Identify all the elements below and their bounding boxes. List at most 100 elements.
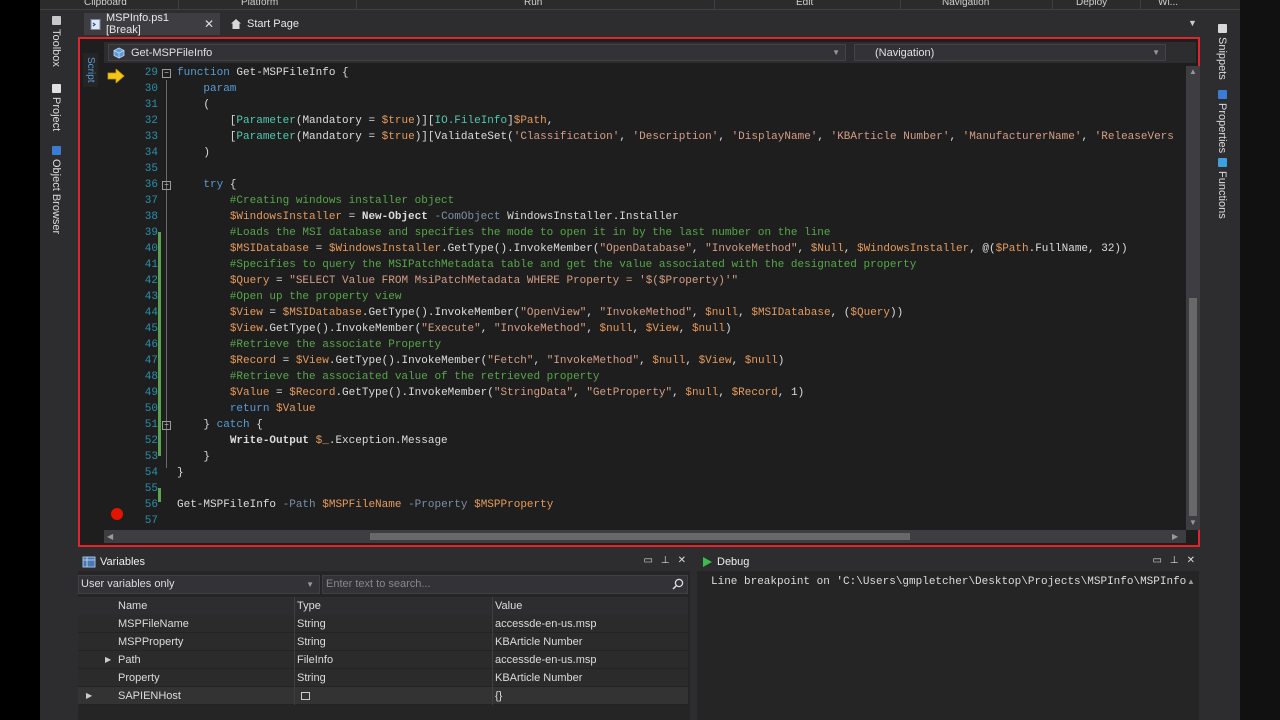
tab-start-page[interactable]: Start Page (224, 13, 314, 35)
panel-title: Debug (717, 556, 750, 568)
debug-output[interactable]: Line breakpoint on 'C:\Users\gmpletcher\… (711, 576, 1191, 588)
project-icon (51, 84, 61, 93)
dock-tab-functions[interactable]: Functions (1216, 158, 1228, 219)
code-line[interactable]: 37 #Creating windows installer object (104, 193, 1184, 209)
editor-navigation-bar: Get-MSPFileInfo ▼ (Navigation) ▼ (104, 42, 1196, 63)
fold-toggle-icon[interactable]: − (162, 69, 171, 78)
code-line[interactable]: 54} (104, 465, 1184, 481)
ribbon-group-window[interactable]: Wi... (1158, 0, 1178, 8)
code-line[interactable]: 44 $View = $MSIDatabase.GetType().Invoke… (104, 305, 1184, 321)
table-header: Name Type Value (78, 597, 688, 615)
table-row[interactable]: Property String KBArticle Number (78, 669, 688, 687)
code-line[interactable]: 57 (104, 513, 1184, 529)
table-row[interactable]: ▶ SAPIENHost {} (78, 687, 688, 705)
code-text: return $Value (229, 403, 316, 415)
left-dock: Toolbox Project Object Browser (40, 10, 78, 235)
dock-tab-snippets[interactable]: Snippets (1216, 24, 1228, 80)
pin-icon[interactable]: ⊥ (1170, 555, 1179, 566)
close-icon[interactable]: ✕ (1187, 555, 1195, 566)
code-line[interactable]: 32 [Parameter(Mandatory = $true)][IO.Fil… (104, 113, 1184, 129)
code-line[interactable]: 53 } (104, 449, 1184, 465)
ribbon-group-edit[interactable]: Edit (796, 0, 813, 8)
code-line[interactable]: 40 $MSIDatabase = $WindowsInstaller.GetT… (104, 241, 1184, 257)
column-header-type[interactable]: Type (294, 597, 492, 615)
code-line[interactable]: 55 (104, 481, 1184, 497)
column-header-name[interactable]: Name (116, 597, 294, 615)
dock-tab-toolbox[interactable]: Toolbox (50, 16, 62, 67)
code-line[interactable]: 35 (104, 161, 1184, 177)
tab-mspinfo[interactable]: MSPInfo.ps1 [Break] ✕ (84, 12, 220, 36)
code-line[interactable]: 52 Write-Output $_.Exception.Message (104, 433, 1184, 449)
table-row[interactable]: MSPFileName String accessde-en-us.msp (78, 615, 688, 633)
code-text: ( (177, 99, 211, 111)
search-icon[interactable] (672, 578, 684, 590)
ribbon-group-deploy[interactable]: Deploy (1076, 0, 1107, 8)
code-line[interactable]: 30 param (104, 81, 1184, 97)
code-line[interactable]: 50 return $Value (104, 401, 1184, 417)
fold-toggle-icon[interactable]: − (162, 181, 171, 190)
ribbon-group-platform[interactable]: Platform (241, 0, 278, 8)
code-line[interactable]: 48 #Retrieve the associated value of the… (104, 369, 1184, 385)
scrollbar-thumb[interactable] (1189, 298, 1197, 516)
code-line[interactable]: 43 #Open up the property view (104, 289, 1184, 305)
code-line[interactable]: 47 $Record = $View.GetType().InvokeMembe… (104, 353, 1184, 369)
toolbox-icon (51, 16, 61, 25)
code-line[interactable]: 34 ) (104, 145, 1184, 161)
expand-icon[interactable]: ▶ (86, 687, 92, 705)
dock-tab-object-browser[interactable]: Object Browser (50, 146, 62, 234)
dock-tab-properties[interactable]: Properties (1216, 90, 1228, 153)
code-line[interactable]: 36− try { (104, 177, 1184, 193)
debug-panel: Debug ▭ ⊥ ✕ Line breakpoint on 'C:\Users… (697, 553, 1199, 720)
editor-vertical-scrollbar[interactable]: ▲ ▼ (1186, 66, 1200, 530)
code-line[interactable]: 42 $Query = "SELECT Value FROM MsiPatchM… (104, 273, 1184, 289)
code-line[interactable]: 45 $View.GetType().InvokeMember("Execute… (104, 321, 1184, 337)
editor-horizontal-scrollbar[interactable]: ◀ ▶ (104, 530, 1186, 543)
code-line[interactable]: 49 $Value = $Record.GetType().InvokeMemb… (104, 385, 1184, 401)
line-number: 36 (144, 179, 158, 191)
line-number: 32 (144, 115, 158, 127)
tab-overflow-icon[interactable]: ▼ (1188, 18, 1197, 28)
variable-search-input[interactable]: Enter text to search... (322, 575, 688, 594)
fold-toggle-icon[interactable]: − (162, 421, 171, 430)
code-area[interactable]: 29− function Get-MSPFileInfo {30 param 31 … (104, 66, 1184, 530)
scroll-up-icon[interactable]: ▲ (1189, 67, 1197, 76)
navigation-dropdown[interactable]: (Navigation) ▼ (854, 44, 1166, 61)
code-text: #Creating windows installer object (177, 195, 455, 207)
ribbon-group-clipboard[interactable]: Clipboard (84, 0, 127, 8)
dock-tab-project[interactable]: Project (50, 84, 62, 131)
code-line[interactable]: 56 Get-MSPFileInfo -Path $MSPFileName -Pr… (104, 497, 1184, 513)
code-line[interactable]: 38 $WindowsInstaller = New-Object -ComOb… (104, 209, 1184, 225)
code-line[interactable]: 31 ( (104, 97, 1184, 113)
line-number: 45 (144, 323, 158, 335)
scroll-left-icon[interactable]: ◀ (107, 532, 113, 541)
code-line[interactable]: 41 #Specifies to query the MSIPatchMetad… (104, 257, 1184, 273)
column-header-value[interactable]: Value (492, 597, 688, 615)
line-number: 51 (144, 419, 158, 431)
table-row[interactable]: ▶ Path FileInfo accessde-en-us.msp (78, 651, 688, 669)
code-line[interactable]: 46 #Retrieve the associate Property (104, 337, 1184, 353)
code-text: } catch { (177, 419, 263, 431)
code-line[interactable]: 51− } catch { (104, 417, 1184, 433)
function-dropdown[interactable]: Get-MSPFileInfo ▼ (108, 44, 846, 61)
table-row[interactable]: MSPProperty String KBArticle Number (78, 633, 688, 651)
variable-filter-dropdown[interactable]: User variables only ▼ (78, 575, 320, 594)
code-text: ) (177, 147, 211, 159)
close-icon[interactable]: ✕ (204, 17, 214, 31)
code-line[interactable]: 39 #Loads the MSI database and specifies… (104, 225, 1184, 241)
functions-icon (1217, 158, 1227, 167)
maximize-icon[interactable]: ▭ (643, 555, 652, 566)
pin-icon[interactable]: ⊥ (661, 555, 670, 566)
scroll-up-icon[interactable]: ▲ (1187, 577, 1195, 586)
maximize-icon[interactable]: ▭ (1152, 555, 1161, 566)
expand-icon[interactable]: ▶ (105, 651, 111, 669)
script-side-tab[interactable]: Script (83, 53, 98, 87)
code-text: $Record = $View.GetType().InvokeMember("… (229, 355, 785, 367)
scrollbar-thumb[interactable] (370, 533, 910, 540)
ribbon-group-run[interactable]: Run (524, 0, 542, 8)
ribbon-group-navigation[interactable]: Navigation (942, 0, 989, 8)
scroll-down-icon[interactable]: ▼ (1189, 518, 1197, 527)
code-line[interactable]: 33 [Parameter(Mandatory = $true)][Valida… (104, 129, 1184, 145)
close-icon[interactable]: ✕ (678, 555, 686, 566)
code-line[interactable]: 29− function Get-MSPFileInfo { (104, 66, 1184, 81)
scroll-right-icon[interactable]: ▶ (1172, 532, 1178, 541)
